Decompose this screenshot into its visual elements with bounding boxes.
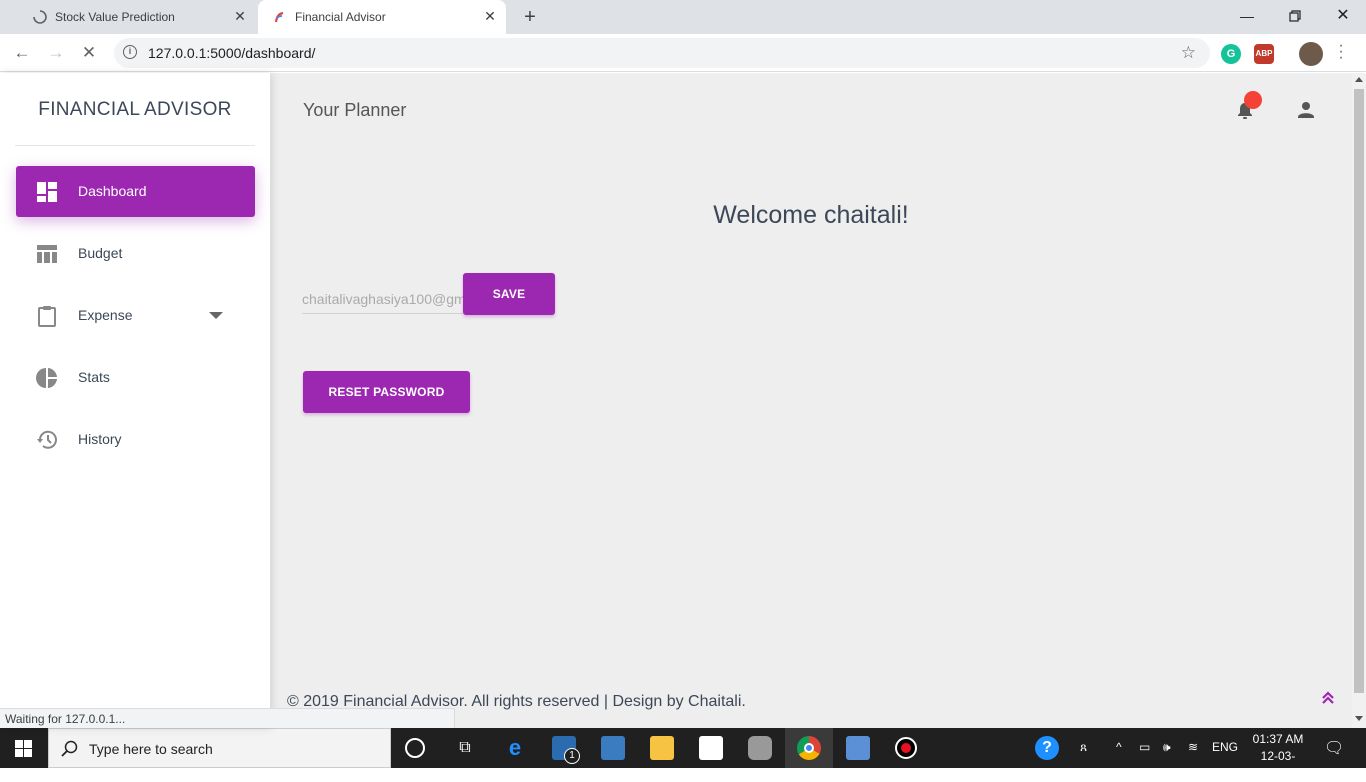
cortana-icon[interactable] — [405, 738, 425, 758]
email-field[interactable] — [302, 284, 463, 314]
menu-kebab-icon[interactable]: · · · — [1336, 38, 1346, 66]
sidebar: FINANCIAL ADVISOR Dashboard Budget Expen… — [0, 73, 270, 728]
scroll-thumb[interactable] — [1354, 89, 1364, 693]
status-bar: Waiting for 127.0.0.1... — [0, 708, 455, 728]
tab-financial-advisor[interactable]: Financial Advisor ✕ — [258, 0, 506, 34]
close-icon[interactable]: ✕ — [232, 8, 248, 24]
notification-badge — [1244, 91, 1262, 109]
file-explorer-icon[interactable] — [650, 736, 674, 760]
taskbar-search-input[interactable]: Type here to search — [48, 728, 391, 768]
language-indicator[interactable]: ENG — [1212, 740, 1238, 754]
clipboard-icon — [38, 306, 56, 327]
tab-stock-value-prediction[interactable]: Stock Value Prediction ✕ — [10, 0, 258, 34]
browser-toolbar: ← → ✕ i 127.0.0.1:5000/dashboard/ ☆ — [0, 34, 1366, 72]
sidebar-item-label: Budget — [78, 245, 123, 261]
start-button[interactable] — [0, 728, 48, 768]
battery-icon[interactable]: ▭ — [1139, 740, 1150, 754]
sidebar-item-budget[interactable]: Budget — [16, 228, 255, 279]
search-placeholder: Type here to search — [89, 741, 213, 757]
url-text: 127.0.0.1:5000/dashboard/ — [148, 45, 316, 61]
clock-date: 12-03-2020 — [1260, 749, 1296, 780]
page-title[interactable]: Your Planner — [303, 100, 406, 121]
network-app-icon[interactable] — [846, 736, 870, 760]
clock-time: 01:37 AM — [1252, 732, 1304, 746]
grammarly-icon[interactable]: G — [1221, 44, 1241, 64]
sidebar-item-label: Stats — [78, 369, 110, 385]
scroll-down-arrow[interactable] — [1355, 716, 1363, 721]
sidebar-item-label: History — [78, 431, 122, 447]
sidebar-item-expense[interactable]: Expense — [16, 290, 255, 341]
tab-title: Financial Advisor — [295, 10, 386, 24]
save-button[interactable]: SAVE — [463, 273, 555, 315]
dashboard-icon — [37, 182, 57, 202]
restore-button[interactable] — [1285, 6, 1305, 26]
info-icon[interactable]: i — [123, 45, 137, 59]
chevron-down-icon[interactable] — [209, 312, 223, 319]
search-icon — [61, 740, 78, 757]
back-button[interactable]: ← — [11, 42, 33, 64]
task-view-icon[interactable]: ⧉ — [453, 736, 477, 760]
scrollbar[interactable] — [1352, 73, 1366, 728]
store-icon[interactable] — [699, 736, 723, 760]
sidebar-item-dashboard[interactable]: Dashboard — [16, 166, 255, 217]
address-bar[interactable]: i 127.0.0.1:5000/dashboard/ ☆ — [114, 38, 1210, 68]
tab-title: Stock Value Prediction — [55, 10, 175, 24]
sidebar-item-label: Dashboard — [78, 183, 147, 199]
close-window-button[interactable]: ✕ — [1333, 6, 1353, 26]
notifications-icon[interactable]: 🗨 — [1324, 738, 1344, 758]
sidebar-item-history[interactable]: History — [16, 414, 255, 465]
people-icon[interactable]: ጸ — [1080, 740, 1087, 755]
python-icon[interactable] — [601, 736, 625, 760]
taskbar: Type here to search ⧉ e 1 ? ጸ ^ ▭ 🕪 ≋ EN… — [0, 728, 1366, 780]
mail-badge: 1 — [564, 748, 580, 764]
avatar[interactable] — [1299, 42, 1323, 66]
new-tab-button[interactable]: + — [520, 7, 540, 27]
mail-icon[interactable]: 1 — [552, 736, 580, 764]
main-panel: Your Planner Welcome chaitali! SAVE RESE… — [270, 73, 1352, 728]
stop-loading-button[interactable]: ✕ — [78, 42, 100, 64]
brand-title[interactable]: FINANCIAL ADVISOR — [0, 99, 270, 121]
pie-chart-icon — [36, 368, 57, 388]
bookmark-star-icon[interactable]: ☆ — [1181, 43, 1196, 63]
windows-icon — [15, 740, 32, 757]
forward-button[interactable]: → — [45, 42, 67, 64]
chevron-up-icon[interactable]: ^ — [1116, 740, 1122, 754]
reset-password-button[interactable]: RESET PASSWORD — [303, 371, 470, 413]
clock[interactable]: 01:37 AM 12-03-2020 — [1248, 731, 1308, 782]
history-icon — [37, 430, 57, 449]
volume-icon[interactable]: 🕪 — [1163, 740, 1171, 755]
welcome-heading: Welcome chaitali! — [713, 201, 909, 229]
table-icon — [37, 245, 57, 263]
wifi-icon[interactable]: ≋ — [1188, 740, 1198, 754]
help-icon[interactable]: ? — [1035, 736, 1059, 760]
favicon-icon — [274, 11, 284, 23]
minimize-button[interactable]: — — [1237, 6, 1257, 26]
sidebar-item-label: Expense — [78, 307, 133, 323]
browser-tab-strip: Stock Value Prediction ✕ Financial Advis… — [0, 0, 1366, 34]
adblock-icon[interactable]: ABP — [1254, 44, 1274, 64]
database-icon[interactable] — [748, 736, 772, 760]
chrome-taskbar-item[interactable] — [785, 728, 833, 768]
divider — [15, 145, 255, 146]
scroll-to-top-icon[interactable] — [1322, 691, 1334, 710]
person-icon[interactable] — [1296, 100, 1316, 120]
close-icon[interactable]: ✕ — [482, 8, 498, 24]
sidebar-item-stats[interactable]: Stats — [16, 352, 255, 403]
record-icon[interactable] — [895, 737, 917, 759]
chrome-icon — [797, 736, 821, 760]
loading-spinner-icon — [33, 10, 47, 24]
edge-icon[interactable]: e — [503, 736, 527, 760]
scroll-up-arrow[interactable] — [1355, 77, 1363, 82]
